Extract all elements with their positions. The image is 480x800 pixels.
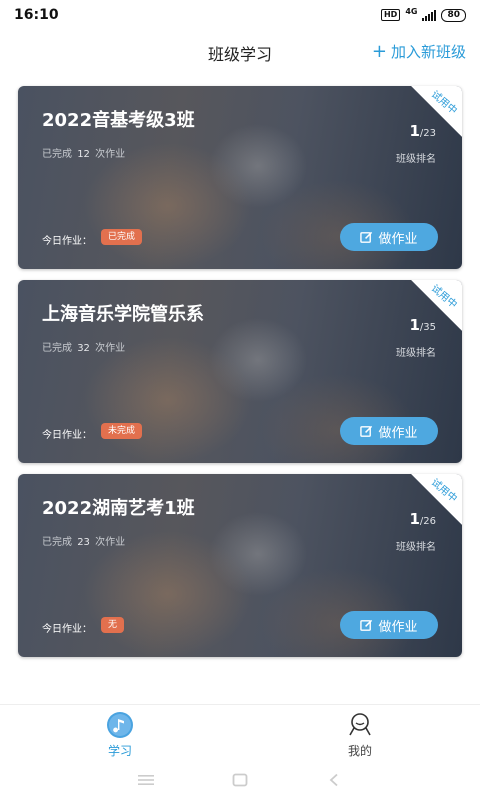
nav-label-mine: 我的	[347, 744, 372, 758]
homework-progress: 已完成 12 次作业	[42, 145, 125, 160]
header: 班级学习 + 加入新班级	[0, 30, 480, 74]
homework-status-badge: 已完成	[101, 229, 143, 245]
progress-prefix: 已完成	[42, 149, 72, 160]
trial-ribbon: 试用中	[392, 474, 462, 544]
nav-label-study: 学习	[107, 744, 132, 758]
class-rank: 1/26	[409, 510, 436, 528]
rank-position: 1	[409, 510, 420, 528]
progress-suffix: 次作业	[95, 343, 126, 354]
do-homework-button[interactable]: 做作业	[340, 223, 438, 251]
class-rank: 1/23	[409, 122, 436, 140]
network-type: 4G	[405, 6, 418, 16]
homework-status-badge: 无	[101, 617, 125, 633]
home-icon[interactable]	[232, 773, 248, 787]
hd-icon: HD	[380, 9, 401, 21]
join-class-label: 加入新班级	[390, 43, 466, 61]
do-homework-button[interactable]: 做作业	[340, 417, 438, 445]
music-note-icon	[106, 711, 134, 739]
trial-ribbon-label: 试用中	[428, 477, 459, 505]
menu-icon[interactable]	[138, 773, 154, 787]
trial-ribbon-label: 试用中	[428, 89, 459, 117]
progress-prefix: 已完成	[42, 343, 72, 354]
system-nav-bar	[0, 760, 480, 800]
rank-position: 1	[409, 122, 420, 140]
status-indicators: HD 4G 80	[380, 6, 466, 22]
nav-item-study[interactable]: 学习	[0, 705, 240, 760]
rank-total: /35	[419, 322, 436, 333]
progress-count: 12	[77, 149, 90, 160]
class-title: 2022音基考级3班	[42, 110, 195, 131]
homework-progress: 已完成 23 次作业	[42, 533, 125, 548]
progress-count: 23	[77, 537, 90, 548]
trial-ribbon: 试用中	[392, 86, 462, 156]
rank-total: /26	[419, 516, 436, 527]
class-card[interactable]: 试用中 上海音乐学院管乐系 已完成 32 次作业 1/35 班级排名 今日作业：…	[18, 280, 462, 463]
rank-label: 班级排名	[396, 348, 436, 359]
join-class-button[interactable]: + 加入新班级	[372, 41, 466, 62]
rank-label: 班级排名	[396, 154, 436, 165]
battery-icon: 80	[441, 8, 466, 22]
homework-progress: 已完成 32 次作业	[42, 339, 125, 354]
today-homework-label: 今日作业：	[42, 430, 92, 441]
progress-count: 32	[77, 343, 90, 354]
do-homework-label: 做作业	[378, 425, 418, 441]
edit-icon	[360, 619, 373, 631]
rank-position: 1	[409, 316, 420, 334]
bottom-nav: 学习 我的	[0, 704, 480, 760]
progress-suffix: 次作业	[95, 149, 126, 160]
plus-icon: +	[371, 40, 387, 62]
nav-item-mine[interactable]: 我的	[240, 705, 480, 760]
class-card[interactable]: 试用中 2022湖南艺考1班 已完成 23 次作业 1/26 班级排名 今日作业…	[18, 474, 462, 657]
today-homework-label: 今日作业：	[42, 624, 92, 635]
class-card[interactable]: 试用中 2022音基考级3班 已完成 12 次作业 1/23 班级排名 今日作业…	[18, 86, 462, 269]
signal-icon	[422, 9, 437, 21]
status-time: 16:10	[14, 7, 59, 23]
rank-label: 班级排名	[396, 542, 436, 553]
edit-icon	[360, 231, 373, 243]
trial-ribbon-label: 试用中	[428, 283, 459, 311]
trial-ribbon: 试用中	[392, 280, 462, 350]
class-rank: 1/35	[409, 316, 436, 334]
user-icon	[346, 711, 374, 739]
homework-status-badge: 未完成	[101, 423, 143, 439]
back-icon[interactable]	[326, 773, 342, 787]
rank-total: /23	[419, 128, 436, 139]
do-homework-button[interactable]: 做作业	[340, 611, 438, 639]
class-title: 上海音乐学院管乐系	[42, 304, 204, 325]
today-homework-label: 今日作业：	[42, 236, 92, 247]
edit-icon	[360, 425, 373, 437]
class-card-list: 试用中 2022音基考级3班 已完成 12 次作业 1/23 班级排名 今日作业…	[18, 86, 462, 668]
do-homework-label: 做作业	[378, 619, 418, 635]
class-title: 2022湖南艺考1班	[42, 498, 195, 519]
progress-suffix: 次作业	[95, 537, 126, 548]
progress-prefix: 已完成	[42, 537, 72, 548]
do-homework-label: 做作业	[378, 231, 418, 247]
status-bar: 16:10 HD 4G 80	[0, 0, 480, 30]
